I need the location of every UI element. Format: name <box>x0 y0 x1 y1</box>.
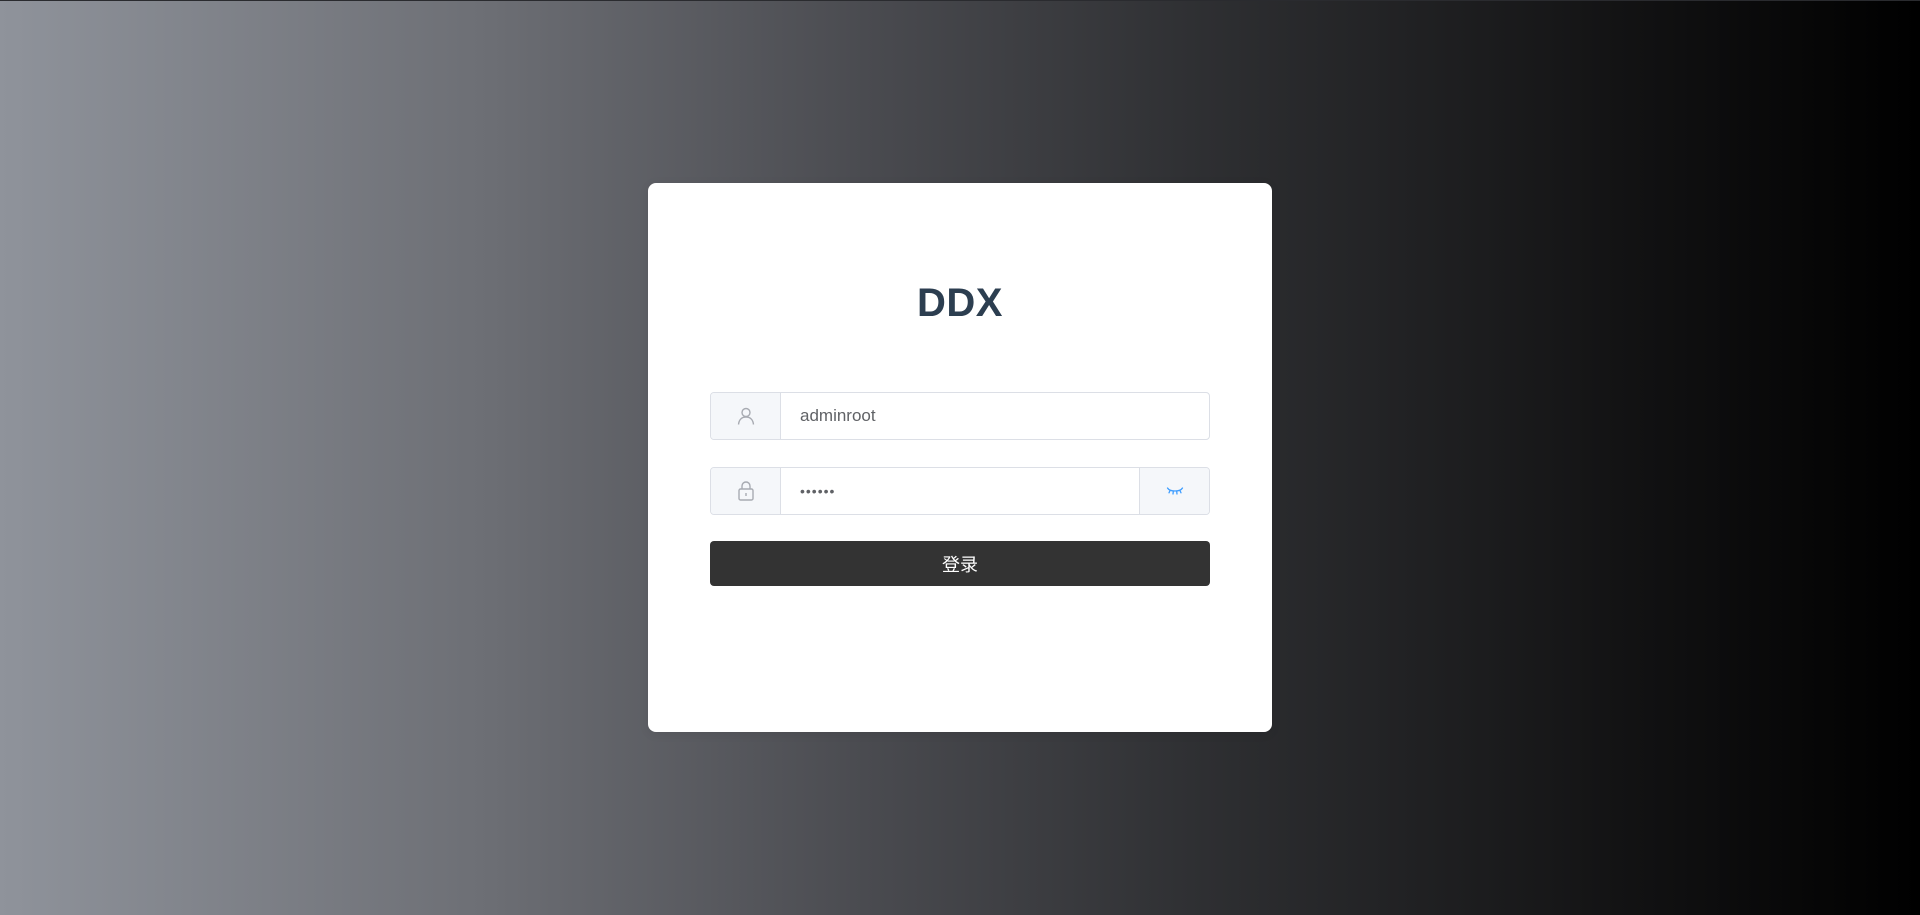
password-field <box>710 467 1210 515</box>
login-title: DDX <box>917 281 1003 325</box>
password-input[interactable] <box>781 468 1139 514</box>
username-prefix <box>711 393 781 439</box>
username-field <box>710 392 1210 440</box>
password-prefix <box>711 468 781 514</box>
password-visibility-toggle[interactable] <box>1139 468 1209 514</box>
user-icon <box>736 406 756 426</box>
username-input[interactable] <box>781 393 1209 439</box>
login-button[interactable]: 登录 <box>710 541 1210 586</box>
login-card: DDX adminroot •••••• 登录 <box>648 183 1272 732</box>
top-border-line <box>0 0 1920 1</box>
eye-closed-icon <box>1166 486 1184 496</box>
lock-icon <box>736 480 756 502</box>
